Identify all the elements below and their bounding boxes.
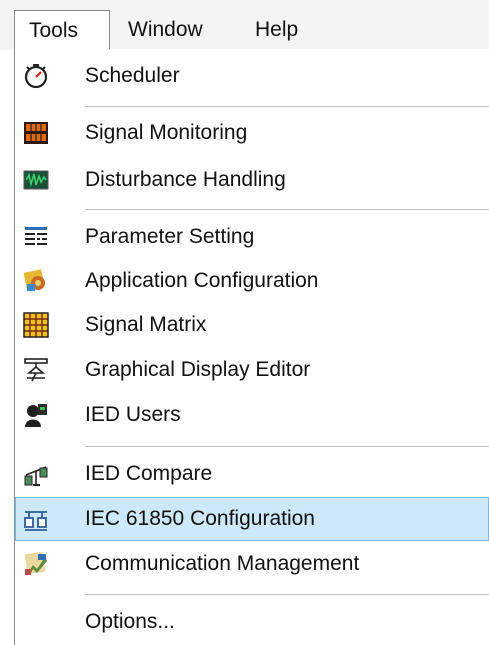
ied-users-icon xyxy=(23,402,49,428)
menu-separator xyxy=(85,446,489,447)
menu-help[interactable]: Help xyxy=(241,10,312,50)
menu-item-label: Graphical Display Editor xyxy=(85,358,311,381)
disturbance-handling-icon xyxy=(23,167,49,193)
menu-item-scheduler[interactable]: Scheduler xyxy=(15,54,489,98)
menu-item-label: Options... xyxy=(85,610,175,633)
menu-item-label: Signal Matrix xyxy=(85,313,207,336)
menu-bar: Tools Window Help xyxy=(0,0,489,50)
menu-item-options[interactable]: Options... xyxy=(15,600,489,644)
menu-separator xyxy=(85,594,489,595)
menu-item-graphical-display-editor[interactable]: Graphical Display Editor xyxy=(15,348,489,392)
menu-item-signal-monitoring[interactable]: Signal Monitoring xyxy=(15,111,489,155)
menu-item-ied-users[interactable]: IED Users xyxy=(15,393,489,437)
menu-item-disturbance-handling[interactable]: Disturbance Handling xyxy=(15,158,489,202)
menu-item-label: Scheduler xyxy=(85,64,180,87)
menu-tools[interactable]: Tools xyxy=(14,10,110,50)
menu-item-label: IED Users xyxy=(85,403,181,426)
signal-matrix-icon xyxy=(23,312,49,338)
menu-item-application-configuration[interactable]: Application Configuration xyxy=(15,259,489,303)
menu-item-label: Disturbance Handling xyxy=(85,168,286,191)
ied-compare-icon xyxy=(23,461,49,487)
menu-item-label: Application Configuration xyxy=(85,269,319,292)
menu-item-iec61850-configuration[interactable]: IEC 61850 Configuration xyxy=(15,497,489,541)
menu-item-ied-compare[interactable]: IED Compare xyxy=(15,452,489,496)
application-configuration-icon xyxy=(23,268,49,294)
stopwatch-icon xyxy=(23,63,49,89)
menu-item-parameter-setting[interactable]: Parameter Setting xyxy=(15,215,489,259)
menu-item-label: IEC 61850 Configuration xyxy=(85,507,315,530)
communication-management-icon xyxy=(23,551,49,577)
iec61850-configuration-icon xyxy=(23,506,49,532)
menu-item-label: Communication Management xyxy=(85,552,360,575)
menu-separator xyxy=(85,106,489,107)
menu-item-label: Signal Monitoring xyxy=(85,121,248,144)
menu-item-signal-matrix[interactable]: Signal Matrix xyxy=(15,303,489,347)
menu-item-label: Parameter Setting xyxy=(85,225,255,248)
menu-separator xyxy=(85,209,489,210)
menu-item-label: IED Compare xyxy=(85,462,213,485)
parameter-setting-icon xyxy=(23,224,49,250)
menu-window[interactable]: Window xyxy=(114,10,217,50)
menu-item-communication-management[interactable]: Communication Management xyxy=(15,542,489,586)
graphical-display-editor-icon xyxy=(23,357,49,383)
signal-monitoring-icon xyxy=(23,120,49,146)
tools-dropdown-menu: Scheduler Signal Monitoring Disturbance … xyxy=(14,49,489,645)
